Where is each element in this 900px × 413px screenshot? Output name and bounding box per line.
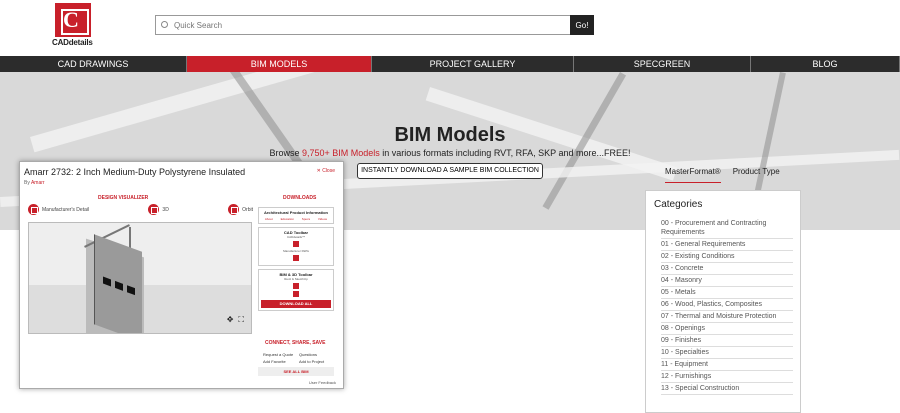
orbit-tab[interactable]: Orbit (228, 202, 253, 217)
bim-formats: Revit & SketchUp (284, 277, 308, 281)
nav-project-gallery[interactable]: PROJECT GALLERY (372, 56, 574, 72)
search-input[interactable] (174, 18, 554, 32)
connect-share-save-label: CONNECT, SHARE, SAVE (265, 340, 326, 346)
pan-icon[interactable]: ✥ (227, 315, 234, 325)
product-info-links: About Education Specs Videos (261, 217, 331, 221)
cad-format: CADdetails™ (286, 235, 305, 239)
category-item[interactable]: 11 - Equipment (661, 359, 793, 371)
nav-bim-models[interactable]: BIM MODELS (187, 56, 372, 72)
modal-title: Amarr 2732: 2 Inch Medium-Duty Polystyre… (24, 167, 246, 177)
categories-title: Categories (654, 199, 703, 210)
bim-model-modal: Amarr 2732: 2 Inch Medium-Duty Polystyre… (19, 161, 344, 389)
manufacturer-link[interactable]: Amarr (31, 180, 45, 186)
add-to-project-link[interactable]: Add to Project (299, 359, 333, 364)
hero-subtitle-suffix: in various formats including RVT, RFA, S… (379, 148, 631, 158)
visualizer-tabs: Manufacturer's Detail 3D Orbit (28, 202, 253, 217)
category-item[interactable]: 10 - Specialties (661, 347, 793, 359)
category-item[interactable]: 12 - Furnishings (661, 371, 793, 383)
education-label: Education (280, 217, 294, 221)
about-link[interactable]: About (265, 217, 273, 221)
main-navigation: CAD DRAWINGS BIM MODELS PROJECT GALLERY … (0, 56, 900, 72)
door-window (115, 280, 123, 291)
three-d-tab[interactable]: 3D (148, 202, 169, 217)
detail-icon (28, 204, 39, 215)
cad-toolbar: CAD Toolbar CADdetails™ Manufacturer DWG (258, 227, 334, 266)
education-link[interactable]: Education (281, 217, 294, 221)
design-visualizer-label: DESIGN VISUALIZER (98, 195, 149, 201)
door-window (103, 276, 111, 287)
close-button[interactable]: ✕ Close (317, 168, 335, 174)
search-box (155, 15, 571, 35)
category-item[interactable]: 08 - Openings (661, 323, 793, 335)
specs-label: Specs (301, 217, 311, 221)
tab-product-type[interactable]: Product Type (733, 167, 780, 183)
logo-letter: C (63, 7, 79, 32)
nav-blog[interactable]: BLOG (751, 56, 900, 72)
bim-3d-toolbar: BIM & 3D Toolbar Revit & SketchUp DOWNLO… (258, 269, 334, 311)
search-icon (161, 21, 168, 28)
about-label: About (264, 217, 273, 221)
videos-label: Videos (317, 217, 328, 221)
specs-link[interactable]: Specs (302, 217, 310, 221)
sample-bim-collection-button[interactable]: INSTANTLY DOWNLOAD A SAMPLE BIM COLLECTI… (357, 163, 543, 179)
category-item[interactable]: 09 - Finishes (661, 335, 793, 347)
dwg-file-icon[interactable] (293, 255, 299, 261)
questions-link[interactable]: Questions (299, 352, 333, 357)
site-header: C CADdetails Go! (0, 0, 900, 56)
tab-label: Orbit (242, 206, 253, 213)
hero-subtitle-prefix: Browse (269, 148, 302, 158)
search-go-button[interactable]: Go! (570, 15, 594, 35)
category-item[interactable]: 00 - Procurement and Contracting Require… (661, 218, 793, 239)
door-window (127, 285, 135, 296)
door-track (129, 227, 131, 249)
add-favorite-link[interactable]: Add Favorite (263, 359, 297, 364)
request-quote-link[interactable]: Request a Quote (263, 352, 297, 357)
videos-link[interactable]: Videos (318, 217, 327, 221)
nav-cad-drawings[interactable]: CAD DRAWINGS (0, 56, 187, 72)
nav-specgreen[interactable]: SPECGREEN (574, 56, 751, 72)
garage-door-model (94, 234, 142, 333)
cad-file-icon[interactable] (293, 241, 299, 247)
category-item[interactable]: 01 - General Requirements (661, 239, 793, 251)
arch-info-title: Architectural Product Information (263, 210, 328, 215)
tab-masterformat[interactable]: MasterFormat® (665, 167, 721, 183)
user-feedback-link[interactable]: User Feedback (309, 380, 336, 385)
brand-name[interactable]: CADdetails (52, 38, 93, 47)
viewer-controls: ✥ ⛶ (227, 315, 244, 325)
fullscreen-icon[interactable]: ⛶ (238, 315, 244, 325)
downloads-label: DOWNLOADS (283, 195, 317, 201)
page-title: BIM Models (394, 124, 506, 146)
manufacturer-detail-tab[interactable]: Manufacturer's Detail (28, 202, 89, 217)
categories-panel: Categories 00 - Procurement and Contract… (645, 190, 801, 413)
category-item[interactable]: 03 - Concrete (661, 263, 793, 275)
architectural-product-info: Architectural Product Information About … (258, 207, 334, 224)
manufacturer-byline: By Amarr (24, 180, 45, 186)
revit-file-icon[interactable] (293, 283, 299, 289)
category-item[interactable]: 02 - Existing Conditions (661, 251, 793, 263)
category-list: 00 - Procurement and Contracting Require… (661, 218, 793, 395)
bim-count-link[interactable]: 9,750+ BIM Models (302, 148, 380, 158)
category-tabs: MasterFormat® Product Type (665, 167, 805, 183)
category-item[interactable]: 06 - Wood, Plastics, Composites (661, 299, 793, 311)
category-item[interactable]: 07 - Thermal and Moisture Protection (661, 311, 793, 323)
tab-label: Manufacturer's Detail (42, 206, 90, 213)
downloads-panel: DOWNLOADS Architectural Product Informat… (258, 195, 334, 377)
orbit-icon (228, 204, 240, 215)
manufacturer-dwg-label: Manufacturer DWG (283, 249, 309, 253)
tab-label: 3D (162, 206, 169, 213)
by-label: By (24, 180, 30, 186)
hero-subtitle: Browse 9,750+ BIM Models in various form… (0, 148, 900, 158)
category-item[interactable]: 04 - Masonry (661, 275, 793, 287)
three-d-viewer[interactable]: ✥ ⛶ (28, 222, 252, 334)
download-all-button[interactable]: DOWNLOAD ALL (261, 300, 331, 308)
caddetails-logo[interactable]: C (55, 3, 91, 37)
sketchup-file-icon[interactable] (293, 291, 299, 297)
category-item[interactable]: 13 - Special Construction (661, 383, 793, 395)
cube-icon (148, 204, 160, 215)
see-all-bim-button[interactable]: SEE ALL BIM (258, 367, 334, 376)
category-item[interactable]: 05 - Metals (661, 287, 793, 299)
